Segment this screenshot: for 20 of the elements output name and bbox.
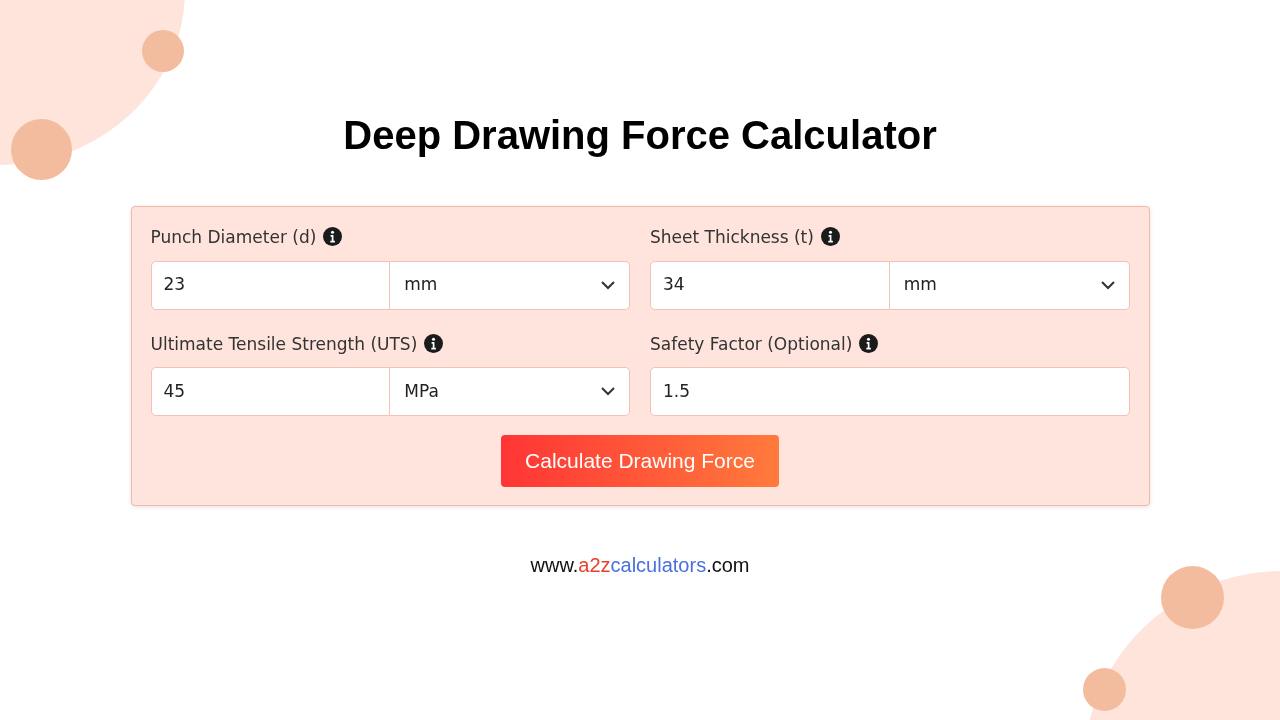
field-label: Sheet Thickness (t)	[650, 226, 814, 249]
chevron-down-icon	[1100, 280, 1115, 290]
info-icon[interactable]	[859, 333, 879, 353]
field-label: Safety Factor (Optional)	[650, 332, 853, 356]
number-input[interactable]: 45	[150, 367, 391, 416]
unit-dropdown[interactable]: mm	[390, 260, 630, 310]
number-input[interactable]: 1.5	[650, 367, 1130, 416]
number-input[interactable]: 23	[150, 260, 391, 310]
unit-dropdown[interactable]: mm	[889, 260, 1130, 310]
field-label: Ultimate Tensile Strength (UTS)	[150, 332, 418, 356]
website-url: www.a2zcalculators.com	[529, 552, 751, 578]
chevron-down-icon	[601, 387, 615, 396]
number-input[interactable]: 34	[650, 260, 890, 310]
info-icon[interactable]	[820, 227, 840, 246]
page-title: Deep Drawing Force Calculator	[343, 113, 937, 157]
info-icon[interactable]	[424, 333, 444, 353]
info-icon[interactable]	[323, 227, 343, 246]
unit-dropdown[interactable]: MPa	[390, 367, 630, 416]
field-label: Punch Diameter (d)	[150, 226, 317, 249]
chevron-down-icon	[601, 280, 615, 290]
